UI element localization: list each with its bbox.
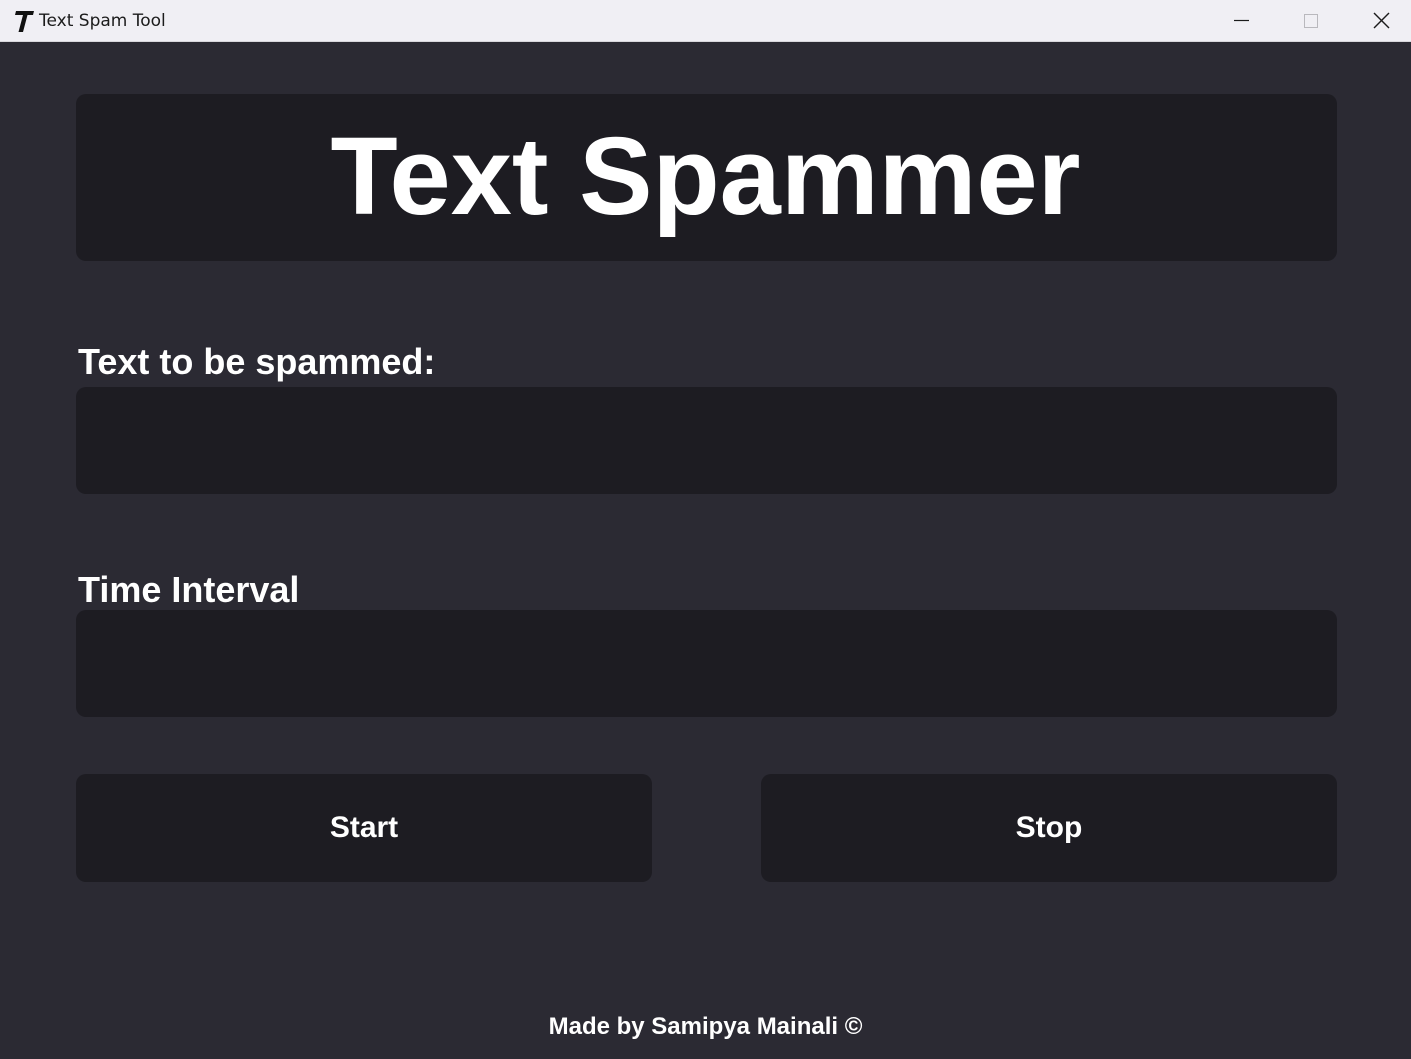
time-interval-input[interactable]	[76, 610, 1337, 717]
spam-text-input[interactable]	[76, 387, 1337, 494]
page-title: Text Spammer	[330, 115, 1081, 238]
text-field-label: Text to be spammed:	[78, 341, 436, 382]
close-icon	[1373, 12, 1390, 29]
interval-field-label: Time Interval	[78, 569, 300, 610]
footer-credit: Made by Samipya Mainali ©	[548, 1013, 863, 1040]
maximize-button[interactable]	[1276, 0, 1346, 42]
window-title: Text Spam Tool	[39, 11, 166, 31]
stop-button[interactable]: Stop	[761, 774, 1337, 882]
start-button[interactable]: Start	[76, 774, 652, 882]
letter-t-icon	[13, 8, 35, 34]
minimize-button[interactable]	[1206, 0, 1276, 42]
window-titlebar[interactable]: Text Spam Tool	[0, 0, 1411, 42]
maximize-icon	[1304, 14, 1318, 28]
minimize-icon	[1234, 19, 1249, 22]
close-button[interactable]	[1346, 0, 1411, 42]
